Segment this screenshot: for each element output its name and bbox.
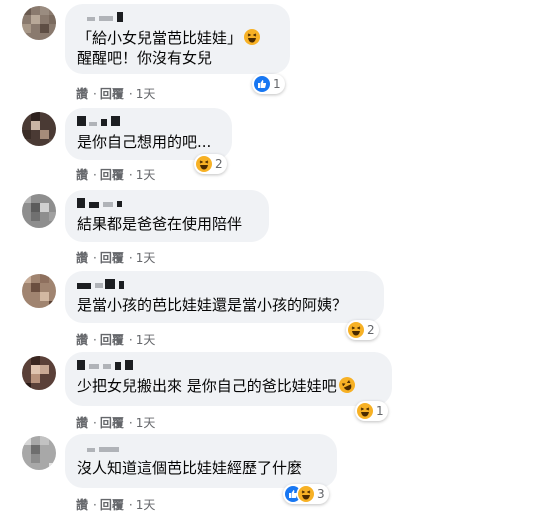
comment-actions: 讚 · 回覆 · 1天 <box>76 498 156 512</box>
comment-text: 是你自己想用的吧... <box>77 133 212 151</box>
comment-actions: 讚 · 回覆 · 1天 <box>76 168 156 182</box>
reaction-count: 2 <box>367 323 375 337</box>
comment-bubble: 少把女兒搬出來 是你自己的爸比娃娃吧 <box>65 352 392 406</box>
author-name-redacted[interactable] <box>77 442 325 454</box>
reply-button[interactable]: 回覆 <box>100 87 124 101</box>
timestamp[interactable]: 1天 <box>136 498 156 512</box>
reaction-count: 2 <box>215 157 223 171</box>
timestamp[interactable]: 1天 <box>136 251 156 265</box>
author-name-redacted[interactable] <box>77 279 372 291</box>
avatar[interactable] <box>22 356 56 390</box>
like-button[interactable]: 讚 <box>76 333 88 347</box>
reaction-summary[interactable]: 2 <box>346 320 379 340</box>
haha-icon <box>348 322 364 338</box>
author-name-redacted[interactable] <box>77 360 380 372</box>
reaction-summary[interactable]: 2 <box>194 154 227 174</box>
author-name-redacted[interactable] <box>77 198 257 210</box>
reaction-count: 3 <box>317 487 325 501</box>
timestamp[interactable]: 1天 <box>136 416 156 430</box>
reaction-summary[interactable]: 1 <box>355 401 388 421</box>
rofl-emoji-icon <box>336 374 358 396</box>
like-button[interactable]: 讚 <box>76 251 88 265</box>
comment-text: 是當小孩的芭比娃娃還是當小孩的阿姨？ <box>77 296 348 314</box>
comment-text: 少把女兒搬出來 是你自己的爸比娃娃吧 <box>77 374 380 396</box>
like-icon <box>254 76 270 92</box>
like-button[interactable]: 讚 <box>76 416 88 430</box>
reply-button[interactable]: 回覆 <box>100 498 124 512</box>
author-name-redacted[interactable] <box>77 116 220 128</box>
comment-bubble: 沒人知道這個芭比娃娃經歷了什麼 <box>65 434 337 488</box>
comment-bubble: 「給小女兒當芭比娃娃」 醒醒吧！你沒有女兒 <box>65 4 290 74</box>
author-name-redacted[interactable] <box>77 12 278 24</box>
timestamp[interactable]: 1天 <box>136 87 156 101</box>
comment-actions: 讚 · 回覆 · 1天 <box>76 416 156 430</box>
reaction-summary[interactable]: 3 <box>283 484 329 504</box>
grinning-sweat-emoji-icon <box>244 29 261 45</box>
comment-actions: 讚 · 回覆 · 1天 <box>76 333 156 347</box>
comment-bubble: 是當小孩的芭比娃娃還是當小孩的阿姨？ <box>65 271 384 323</box>
reply-button[interactable]: 回覆 <box>100 416 124 430</box>
haha-icon <box>298 486 314 502</box>
timestamp[interactable]: 1天 <box>136 333 156 347</box>
comment-text: 結果都是爸爸在使用陪伴 <box>77 215 243 233</box>
reply-button[interactable]: 回覆 <box>100 251 124 265</box>
comment-actions: 讚 · 回覆 · 1天 <box>76 251 156 265</box>
comment-text: 沒人知道這個芭比娃娃經歷了什麼 <box>77 459 303 477</box>
comment-text: 「給小女兒當芭比娃娃」 醒醒吧！你沒有女兒 <box>77 28 278 68</box>
haha-icon <box>196 156 212 172</box>
comment-actions: 讚 · 回覆 · 1天 <box>76 87 156 101</box>
reaction-summary[interactable]: 1 <box>252 74 285 94</box>
haha-icon <box>357 403 373 419</box>
reaction-count: 1 <box>273 77 281 91</box>
reply-button[interactable]: 回覆 <box>100 168 124 182</box>
like-button[interactable]: 讚 <box>76 498 88 512</box>
reply-button[interactable]: 回覆 <box>100 333 124 347</box>
reaction-count: 1 <box>376 404 384 418</box>
comment-bubble: 是你自己想用的吧... <box>65 108 232 160</box>
avatar[interactable] <box>22 274 56 308</box>
like-button[interactable]: 讚 <box>76 87 88 101</box>
avatar[interactable] <box>22 194 56 228</box>
avatar[interactable] <box>22 6 56 40</box>
avatar[interactable] <box>22 112 56 146</box>
avatar[interactable] <box>22 436 56 470</box>
comment-bubble: 結果都是爸爸在使用陪伴 <box>65 190 269 242</box>
timestamp[interactable]: 1天 <box>136 168 156 182</box>
like-button[interactable]: 讚 <box>76 168 88 182</box>
